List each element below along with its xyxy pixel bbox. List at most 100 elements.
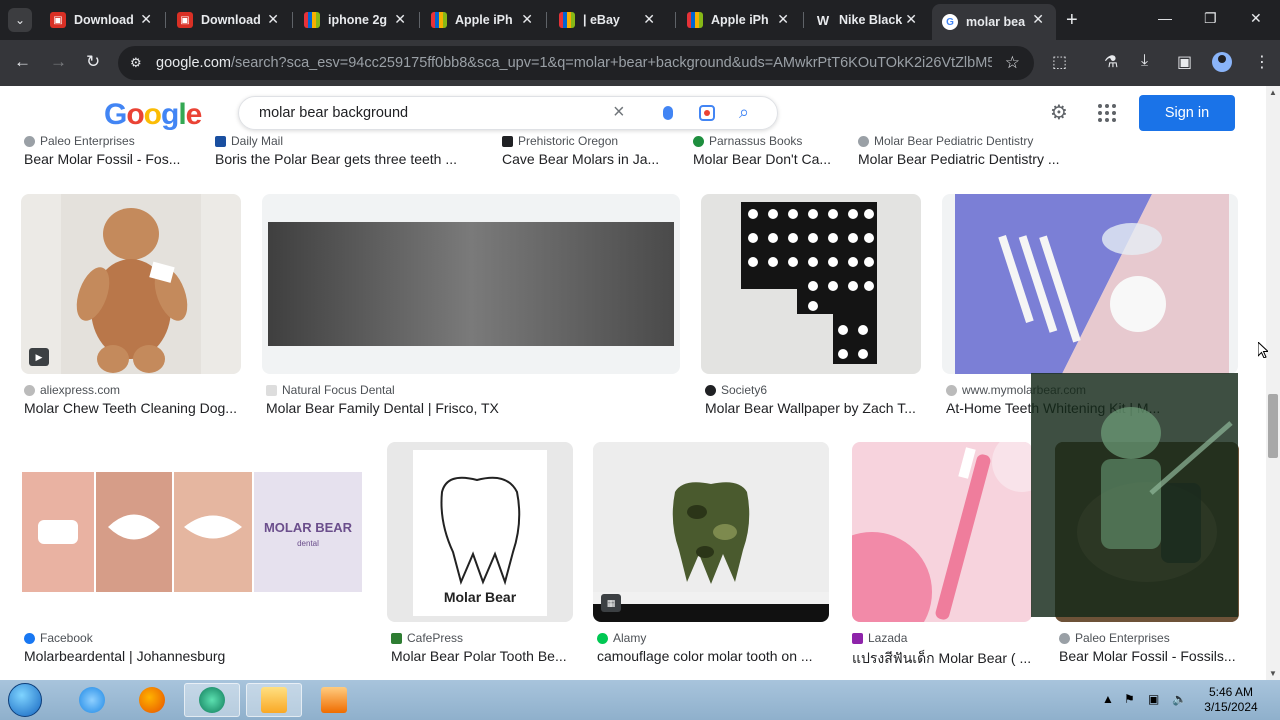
tab-separator [419, 12, 420, 28]
extensions-icon[interactable]: ⬚ [1052, 52, 1067, 72]
google-apps-icon[interactable] [1098, 104, 1116, 122]
result-thumbnail[interactable]: MOLAR BEAR dental [20, 442, 366, 622]
tab-6[interactable]: Apple iPh ✕ [677, 4, 801, 36]
minimize-icon[interactable]: — [1158, 10, 1172, 26]
source-name: aliexpress.com [40, 383, 121, 397]
tab-title: Apple iPh [455, 13, 513, 27]
tab-3[interactable]: iphone 2g ✕ [294, 4, 418, 36]
tab-active-molar-bear[interactable]: G molar bea ✕ [932, 4, 1056, 40]
volume-muted-icon[interactable]: 🔈 [1172, 692, 1187, 706]
search-input[interactable]: molar bear background [259, 105, 408, 121]
result-title[interactable]: Molar Bear Wallpaper by Zach T... [705, 400, 921, 416]
address-bar[interactable]: ⚙ google.com/search?sca_esv=94cc259175ff… [118, 46, 1034, 80]
settings-gear-icon[interactable]: ⚙ [1050, 100, 1068, 125]
result-title[interactable]: Boris the Polar Bear gets three teeth ..… [215, 151, 475, 167]
site-info-icon[interactable]: ⚙ [130, 55, 142, 71]
url-host: google.com [156, 55, 231, 71]
taskbar-firefox[interactable] [124, 683, 180, 717]
bear-toy-image [61, 194, 201, 374]
video-preview-overlay[interactable] [1031, 373, 1238, 617]
tab-close-icon[interactable]: ✕ [643, 11, 655, 28]
source-name: Parnassus Books [709, 134, 803, 148]
source-name: Paleo Enterprises [40, 134, 135, 148]
restore-icon[interactable]: ❐ [1204, 10, 1217, 27]
start-button[interactable] [8, 683, 42, 717]
bookmark-star-icon[interactable]: ☆ [1005, 53, 1020, 73]
result-title[interactable]: camouflage color molar tooth on ... [597, 648, 829, 664]
result-title[interactable]: Molar Bear Family Dental | Frisco, TX [266, 400, 666, 416]
voice-search-icon[interactable] [663, 106, 673, 120]
result-title[interactable]: Bear Molar Fossil - Fos... [24, 151, 194, 167]
taskbar-explorer[interactable] [246, 683, 302, 717]
result-thumbnail[interactable] [701, 194, 921, 374]
result-thumbnail[interactable]: Molar Bear [387, 442, 573, 622]
clear-search-icon[interactable]: × [613, 101, 625, 124]
forward-arrow-icon[interactable]: → [50, 52, 67, 72]
new-tab-icon[interactable]: + [1066, 9, 1078, 32]
tab-1[interactable]: ▣ Download ✕ [40, 4, 164, 36]
result-title[interactable]: Molar Bear Don't Ca... [693, 151, 838, 167]
network-icon[interactable]: ▣ [1148, 692, 1159, 706]
google-favicon-icon: G [942, 14, 958, 30]
tab-title: | eBay [583, 13, 620, 27]
source-favicon-icon [266, 384, 277, 396]
search-box[interactable]: molar bear background × ⌕ [238, 96, 778, 130]
tab-5[interactable]: | eBay ✕ [549, 4, 673, 36]
taskbar-media[interactable] [306, 683, 362, 717]
result-thumbnail[interactable]: ▦ [593, 442, 829, 622]
result-title[interactable]: Cave Bear Molars in Ja... [502, 151, 672, 167]
result-source: Natural Focus Dental [266, 383, 395, 397]
google-logo[interactable]: Google [104, 98, 202, 132]
profile-avatar-icon[interactable] [1212, 52, 1232, 72]
taskbar-browser[interactable] [184, 683, 240, 717]
result-source: Paleo Enterprises [1059, 631, 1170, 645]
result-thumbnail[interactable] [262, 194, 680, 374]
search-icon[interactable]: ⌕ [739, 102, 749, 123]
tab-close-icon[interactable]: ✕ [521, 11, 533, 28]
scroll-up-icon[interactable]: ▲ [1269, 88, 1277, 97]
tab-close-icon[interactable]: ✕ [1032, 11, 1044, 28]
result-title[interactable]: Molar Chew Teeth Cleaning Dog... [24, 400, 242, 416]
reload-icon[interactable]: ↻ [86, 52, 100, 72]
taskbar-clock[interactable]: 5:46 AM 3/15/2024 [1196, 685, 1266, 715]
source-favicon-icon [24, 135, 35, 147]
result-thumbnail[interactable] [942, 194, 1238, 374]
window-close-icon[interactable]: ✕ [1250, 10, 1262, 27]
tab-search-button[interactable]: ⌄ [8, 8, 32, 32]
result-source: Molar Bear Pediatric Dentistry [858, 134, 1033, 148]
page-scrollbar[interactable]: ▲ ▼ [1266, 86, 1280, 680]
result-thumbnail[interactable]: ▶ [21, 194, 241, 374]
tab-7[interactable]: W Nike Black ✕ [805, 4, 929, 36]
cartoon-figure-image [1101, 407, 1233, 563]
tab-close-icon[interactable]: ✕ [394, 11, 406, 28]
back-arrow-icon[interactable]: ← [14, 52, 31, 72]
sign-in-button[interactable]: Sign in [1139, 95, 1235, 131]
side-panel-icon[interactable]: ▣ [1177, 52, 1192, 72]
menu-kebab-icon[interactable]: ⋮ [1254, 52, 1270, 72]
tab-close-icon[interactable]: ✕ [905, 11, 917, 28]
scrollbar-thumb[interactable] [1268, 394, 1278, 458]
download-icon[interactable]: ⤓ [1141, 52, 1148, 70]
result-title[interactable]: Molar Bear Pediatric Dentistry ... [858, 151, 1068, 167]
result-source: Alamy [597, 631, 646, 645]
page-content: Paleo Enterprises Bear Molar Fossil - Fo… [0, 86, 1266, 680]
result-title[interactable]: Molarbeardental | Johannesburg [24, 648, 364, 664]
tab-close-icon[interactable]: ✕ [777, 11, 789, 28]
download-favicon-icon: ▣ [50, 12, 66, 28]
result-title[interactable]: แปรงสีฟันเด็ก Molar Bear ( ... [852, 648, 1030, 670]
video-play-icon: ▶ [29, 348, 49, 366]
tab-2[interactable]: ▣ Download ✕ [167, 4, 291, 36]
labs-flask-icon[interactable]: ⚗ [1104, 52, 1118, 72]
result-title[interactable]: Molar Bear Polar Tooth Be... [391, 648, 573, 664]
result-title[interactable]: Bear Molar Fossil - Fossils... [1059, 648, 1239, 664]
lens-search-icon[interactable] [699, 105, 715, 121]
tab-close-icon[interactable]: ✕ [140, 11, 152, 28]
result-thumbnail[interactable] [852, 442, 1032, 622]
taskbar-ie[interactable] [64, 683, 120, 717]
scroll-down-icon[interactable]: ▼ [1269, 669, 1277, 678]
tab-4[interactable]: Apple iPh ✕ [421, 4, 545, 36]
action-center-flag-icon[interactable]: ⚑ [1124, 692, 1135, 706]
tab-close-icon[interactable]: ✕ [267, 11, 279, 28]
whitening-kit-image [955, 194, 1229, 374]
tray-expand-icon[interactable]: ▲ [1102, 692, 1114, 706]
